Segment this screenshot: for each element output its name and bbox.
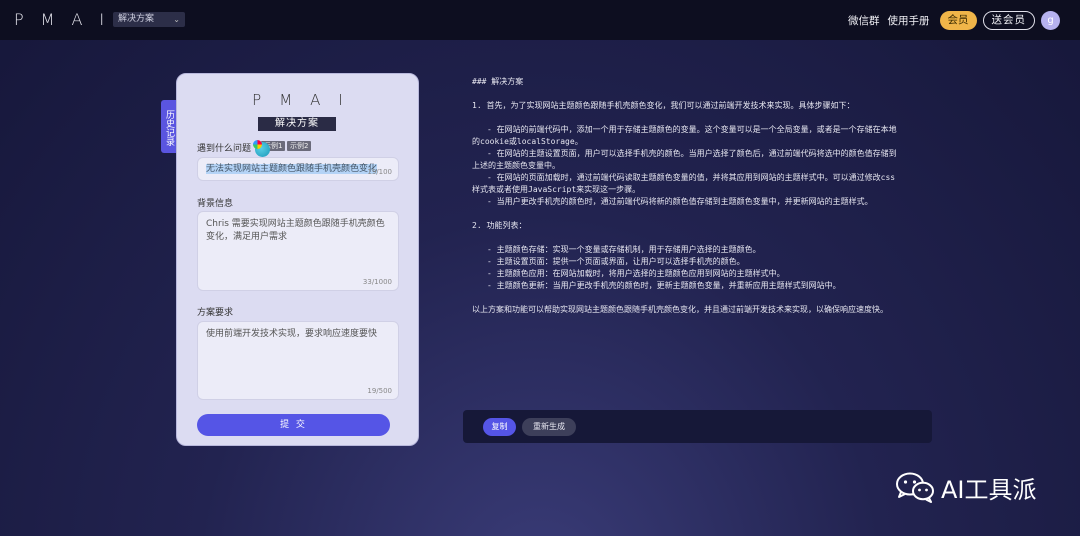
solution-form-card: PMAI 解决方案 遇到什么问题 示例1 示例2 无法实现网站主题颜色跟随手机壳… bbox=[176, 73, 419, 446]
step-2a: - 在网站的主题设置页面，用户可以选择手机壳的颜色。当用户选择了颜色后，通过前端… bbox=[487, 149, 897, 158]
result-steps: - 在网站的前端代码中，添加一个用于存储主题颜色的变量。这个变量可以是一个全局变… bbox=[472, 124, 932, 208]
feature-1: - 主题颜色存储：实现一个变量或存储机制，用于存储用户选择的主题颜色。 bbox=[487, 245, 761, 254]
problem-counter: 19/100 bbox=[367, 168, 392, 176]
features-title: 2. 功能列表： bbox=[472, 221, 527, 230]
requirement-textarea[interactable]: 使用前端开发技术实现，要求响应速度要快 19/500 bbox=[197, 321, 399, 400]
card-logo: PMAI bbox=[252, 91, 361, 109]
vip-button[interactable]: 会员 bbox=[939, 10, 977, 30]
result-intro: 1. 首先，为了实现网站主题颜色跟随手机壳颜色变化，我们可以通过前端开发技术来实… bbox=[472, 101, 855, 110]
requirement-label: 方案要求 bbox=[197, 308, 234, 318]
scheme-select[interactable]: 解决方案 ⌄ bbox=[113, 12, 185, 27]
background-textarea-value: Chris 需要实现网站主题颜色跟随手机壳颜色变化，满足用户需求 bbox=[206, 219, 385, 242]
wechat-icon bbox=[896, 472, 934, 503]
result-heading: ### 解决方案 bbox=[472, 77, 524, 86]
watermark: AI工具派 bbox=[895, 470, 1037, 504]
avatar[interactable]: g bbox=[1041, 10, 1060, 30]
manual-link[interactable]: 使用手册 bbox=[888, 13, 930, 28]
background-counter: 33/1000 bbox=[362, 278, 392, 286]
wechat-group-link[interactable]: 微信群 bbox=[848, 13, 880, 28]
step-4: - 当用户更改手机壳的颜色时，通过前端代码将新的颜色值存储到主题颜色变量中，并更… bbox=[487, 197, 873, 206]
top-bar: PMAI 解决方案 ⌄ 微信群 使用手册 会员 送会员 g bbox=[0, 0, 1080, 40]
example-2-chip[interactable]: 示例2 bbox=[287, 141, 312, 151]
submit-button[interactable]: 提 交 bbox=[197, 414, 390, 436]
problem-label: 遇到什么问题 bbox=[197, 144, 252, 154]
result-content: ### 解决方案 1. 首先，为了实现网站主题颜色跟随手机壳颜色变化，我们可以通… bbox=[472, 76, 932, 328]
result-action-bar: 复制 重新生成 bbox=[463, 410, 932, 443]
copy-button[interactable]: 复制 bbox=[483, 418, 516, 436]
gift-vip-button[interactable]: 送会员 bbox=[982, 10, 1035, 30]
feature-3: - 主题颜色应用：在网站加载时，将用户选择的主题颜色应用到网站的主题样式中。 bbox=[487, 269, 785, 278]
cursor-icon bbox=[253, 140, 270, 157]
requirement-counter: 19/500 bbox=[367, 387, 392, 395]
step-3b: 样式表或者使用JavaScript来实现这一步骤。 bbox=[472, 185, 641, 194]
result-conclusion: 以上方案和功能可以帮助实现网站主题颜色跟随手机壳颜色变化，并且通过前端开发技术来… bbox=[472, 305, 888, 314]
history-tab[interactable]: 历史记录 bbox=[161, 100, 176, 153]
feature-2: - 主题设置页面：提供一个页面或界面，让用户可以选择手机壳的颜色。 bbox=[487, 257, 745, 266]
problem-input-value: 无法实现网站主题颜色跟随手机壳颜色变化 bbox=[206, 164, 378, 174]
background-label: 背景信息 bbox=[197, 199, 234, 209]
step-2b: 上述的主题颜色变量中。 bbox=[472, 161, 560, 170]
chevron-down-icon: ⌄ bbox=[173, 15, 180, 24]
step-3a: - 在网站的页面加载时，通过前端代码读取主题颜色变量的值，并将其应用到网站的主题… bbox=[487, 173, 896, 182]
requirement-textarea-value: 使用前端开发技术实现，要求响应速度要快 bbox=[206, 329, 378, 339]
top-right-actions: 微信群 使用手册 会员 送会员 g bbox=[848, 9, 1060, 31]
app-logo[interactable]: PMAI bbox=[14, 10, 121, 29]
step-1a: - 在网站的前端代码中，添加一个用于存储主题颜色的变量。这个变量可以是一个全局变… bbox=[487, 125, 897, 134]
regenerate-button[interactable]: 重新生成 bbox=[522, 418, 576, 436]
step-1b: 的cookie或localStorage。 bbox=[472, 137, 583, 146]
card-title: 解决方案 bbox=[258, 117, 336, 131]
watermark-text: AI工具派 bbox=[941, 475, 1037, 504]
feature-list: - 主题颜色存储：实现一个变量或存储机制，用于存储用户选择的主题颜色。 - 主题… bbox=[472, 244, 932, 292]
scheme-select-value: 解决方案 bbox=[118, 14, 155, 24]
background-textarea[interactable]: Chris 需要实现网站主题颜色跟随手机壳颜色变化，满足用户需求 33/1000 bbox=[197, 211, 399, 291]
problem-input[interactable]: 无法实现网站主题颜色跟随手机壳颜色变化 19/100 bbox=[197, 157, 399, 181]
feature-4: - 主题颜色更新：当用户更改手机壳的颜色时，更新主题颜色变量，并重新应用主题样式… bbox=[487, 281, 841, 290]
